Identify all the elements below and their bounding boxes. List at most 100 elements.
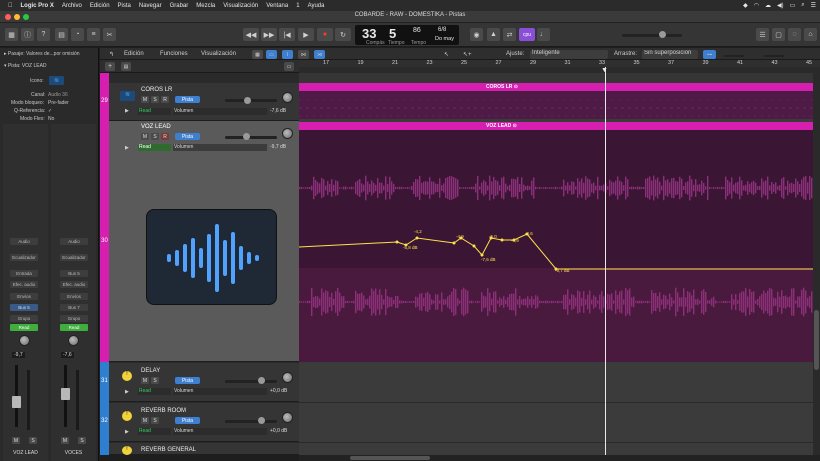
track-30-disclosure-icon[interactable]: ▶ [125,145,129,151]
metronome-icon[interactable]: ▲ [487,28,500,41]
replace-icon[interactable]: ⇄ [503,28,516,41]
track-30-read[interactable]: Read [138,144,171,151]
horizontal-scroll-thumb[interactable] [350,456,430,460]
track-30-mute[interactable]: M [141,133,149,140]
right-automation-mode[interactable]: Read [60,324,88,331]
cpu-badge[interactable]: cpu [519,28,535,41]
vertical-zoom-slider[interactable] [724,55,744,57]
right-sends-slot[interactable]: Envíos [60,293,88,300]
right-fx-slot[interactable]: Efec. audio [60,281,88,288]
track-31-read[interactable]: Read [138,388,171,395]
track-32-name[interactable]: REVERB ROOM [141,408,186,414]
editors-icon[interactable]: ✂ [103,28,116,41]
region-voz-header[interactable] [299,122,813,130]
menu-edicion[interactable]: Edición [90,3,110,9]
right-solo-button[interactable]: S [78,437,86,444]
track-30-volume-handle[interactable] [243,133,250,140]
right-input-slot[interactable]: Bus 5 [60,270,88,277]
right-send-bus[interactable]: Bus 7 [60,304,88,311]
ajuste-select[interactable]: Inteligente [530,50,608,59]
track-30-param[interactable]: Volumen [173,144,267,151]
left-fader-handle[interactable] [12,396,21,408]
track-31-volume-handle[interactable] [258,377,265,384]
left-pan-knob[interactable] [19,335,30,346]
forward-button[interactable]: ▶▶ [261,28,277,41]
mixer-icon[interactable]: ≡ [87,28,100,41]
track-30-solo[interactable]: S [151,133,159,140]
browser-icon[interactable]: ⌂ [804,28,817,41]
track-31-disclosure-icon[interactable]: ▶ [125,389,129,395]
track-32-volume-fader[interactable] [225,420,277,423]
dropbox-icon[interactable]: ◆ [743,2,748,9]
track-32-param[interactable]: Volumen [173,428,267,435]
menu-edicion-local[interactable]: Edición [124,51,144,57]
left-fx-slot[interactable]: Efec. audio [10,281,38,288]
menu-mezcla[interactable]: Mezcla [196,3,215,9]
track-32-volume-handle[interactable] [258,417,265,424]
menu-icon[interactable]: ☰ [811,2,816,9]
add-track-button[interactable]: + [105,62,115,71]
track-29-mute[interactable]: M [141,96,149,103]
track-options-button[interactable]: ▤ [121,62,131,71]
left-audio-slot[interactable]: Audio [10,238,38,245]
track-29-volume-fader[interactable] [225,99,277,102]
left-solo-button[interactable]: S [29,437,37,444]
catch-icon[interactable]: ⋊ [314,50,325,59]
notepad-icon[interactable]: ▢ [772,28,785,41]
flex-view-icon[interactable]: ⋈ [298,50,309,59]
track-inspector-header[interactable]: ▾ Pista: VOZ LEAD [4,63,47,69]
left-send-bus[interactable]: Bus 5 [10,304,38,311]
track-31-volume-fader[interactable] [225,380,277,383]
track-31-name[interactable]: DELAY [141,368,160,374]
count-in-icon[interactable]: ◉ [470,28,483,41]
menu-visualizacion-local[interactable]: Visualización [201,51,236,57]
menu-app-name[interactable]: Logic Pro X [21,3,54,9]
pointer-tool-icon[interactable]: ↖ [444,51,449,58]
smart-controls-icon[interactable]: ◔ [71,28,84,41]
track-29-record[interactable]: R [161,96,169,103]
track-29-solo[interactable]: S [151,96,159,103]
track-29-name[interactable]: COROS LR [141,87,172,93]
left-eq-slot[interactable]: Ecualizador [10,254,38,261]
right-audio-slot[interactable]: Audio [60,238,88,245]
track-29-pista-button[interactable]: Pista [175,96,200,103]
menu-funciones-local[interactable]: Funciones [160,51,188,57]
play-button[interactable]: ▶ [298,28,314,41]
horizontal-zoom-slider[interactable] [764,55,784,57]
track-31-pista-button[interactable]: Pista [175,377,200,384]
cloud-icon[interactable]: ☁ [765,2,771,9]
cycle-button[interactable]: ↻ [335,28,351,41]
region-inspector-header[interactable]: ▸ Pasaje: Valores de...por omisión [4,51,80,57]
track-29-volume-handle[interactable] [244,97,251,104]
waveform-zoom-icon[interactable]: ⊶ [703,50,716,59]
track-32-disclosure-icon[interactable]: ▶ [125,429,129,435]
menu-pista[interactable]: Pista [118,3,131,9]
track-29-read[interactable]: Read [138,108,171,115]
qref-checkbox[interactable]: ✓ [48,108,52,114]
secondary-tool-icon[interactable]: ↖+ [463,51,472,58]
track-32-pan-knob[interactable] [282,412,293,423]
track-30-pista-button[interactable]: Pista [175,133,200,140]
track-33-name[interactable]: REVERB GENERAL [141,447,196,453]
track-30-record[interactable]: R [161,133,169,140]
waveform-icon[interactable]: ≋ [49,76,64,85]
master-volume-slider[interactable] [622,34,682,37]
master-volume-handle[interactable] [659,31,666,38]
wifi-icon[interactable]: ◠ [754,2,759,9]
automation-view-icon[interactable]: ⌇ [282,50,293,59]
volume-icon[interactable]: ◀) [777,2,784,9]
track-29-header[interactable] [109,83,299,121]
arrastre-select[interactable]: Sin superposición [642,50,698,59]
menu-ayuda[interactable]: Ayuda [308,3,325,9]
rewind-button[interactable]: ◀◀ [243,28,259,41]
track-30-volume-fader[interactable] [225,136,277,139]
menu-visualizacion[interactable]: Visualización [223,3,258,9]
right-group-slot[interactable]: Grupo [60,315,88,322]
go-to-start-button[interactable]: |◀ [279,28,295,41]
track-30-pan-knob[interactable] [282,128,293,139]
left-mute-button[interactable]: M [12,437,20,444]
list-editors-icon[interactable]: ☰ [756,28,769,41]
track-32-mute[interactable]: M [141,417,149,424]
track-31-solo[interactable]: S [151,377,159,384]
playhead[interactable] [605,67,606,455]
